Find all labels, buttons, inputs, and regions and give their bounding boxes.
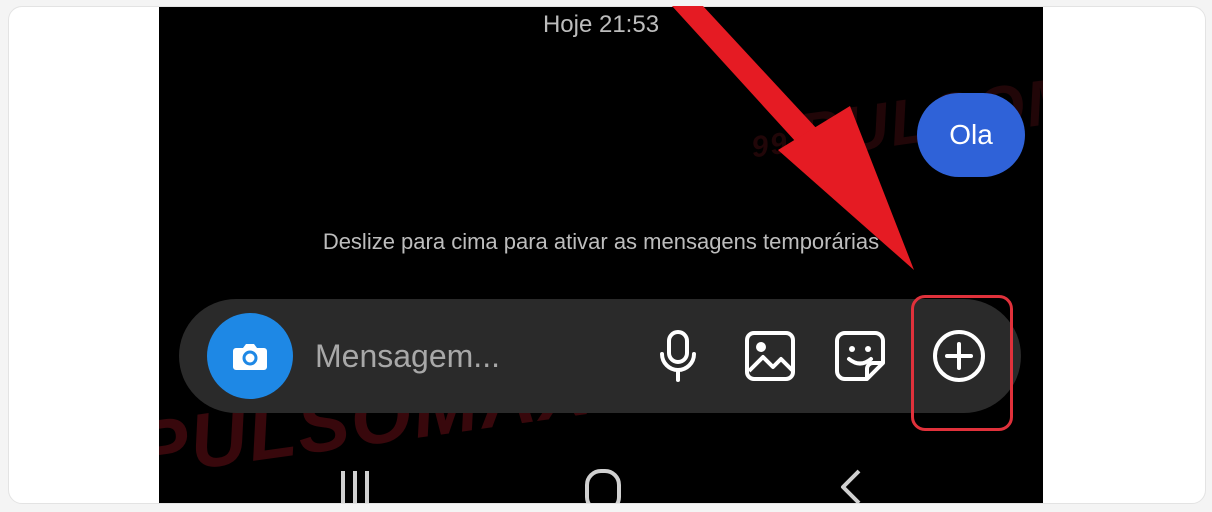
highlight-box — [911, 295, 1013, 431]
back-icon — [841, 469, 861, 503]
system-navigation-bar — [159, 457, 1043, 503]
phone-screen: 99PULSOMAX 99PULSOMAX Hoje 21:53 Ola Des… — [159, 7, 1043, 503]
sticker-icon — [835, 331, 885, 381]
gallery-button[interactable] — [735, 321, 805, 391]
back-button[interactable] — [821, 467, 881, 503]
recent-apps-button[interactable] — [325, 467, 385, 503]
voice-button[interactable] — [643, 321, 713, 391]
message-composer — [179, 299, 1021, 413]
watermark-badge: 99 — [749, 126, 792, 165]
camera-button[interactable] — [207, 313, 293, 399]
outgoing-message-bubble[interactable]: Ola — [917, 93, 1025, 177]
message-timestamp: Hoje 21:53 — [542, 11, 660, 38]
message-text: Ola — [949, 119, 993, 150]
recent-apps-icon — [341, 471, 369, 503]
home-icon — [585, 469, 621, 503]
screenshot-frame: 99PULSOMAX 99PULSOMAX Hoje 21:53 Ola Des… — [8, 6, 1206, 504]
home-button[interactable] — [573, 467, 633, 503]
image-icon — [745, 331, 795, 381]
sticker-button[interactable] — [825, 321, 895, 391]
camera-icon — [233, 344, 267, 370]
microphone-icon — [660, 330, 696, 382]
message-input[interactable] — [315, 329, 645, 383]
temporary-messages-hint: Deslize para cima para ativar as mensage… — [322, 229, 880, 254]
